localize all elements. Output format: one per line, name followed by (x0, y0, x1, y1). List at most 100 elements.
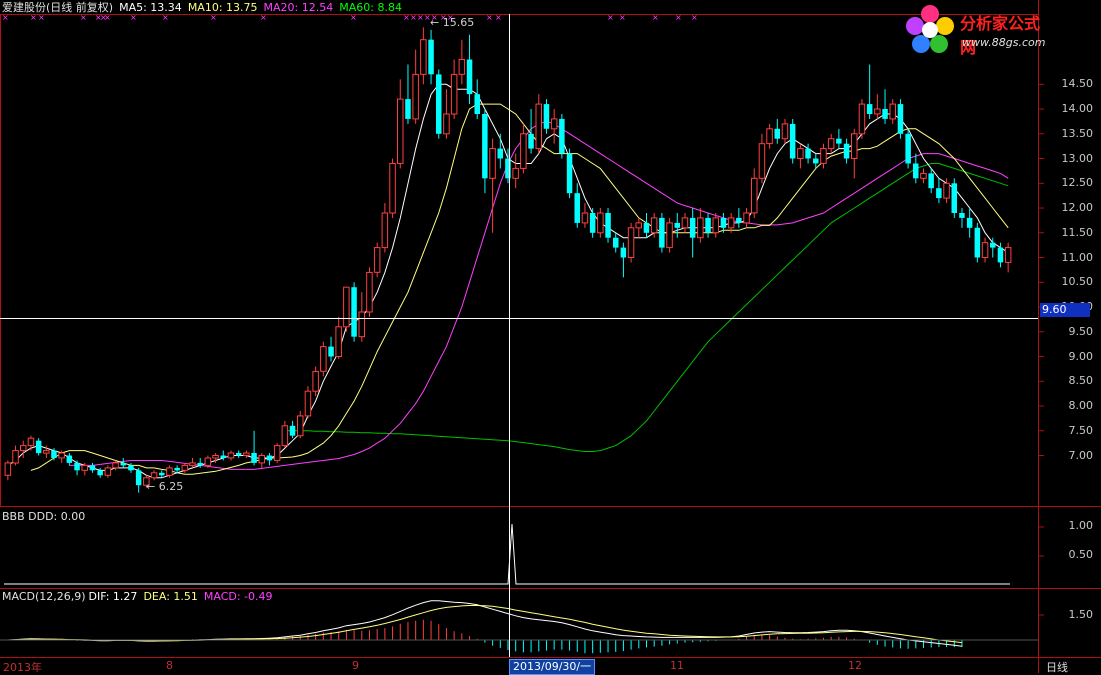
candle (66, 453, 73, 466)
cursor-price-label: 9.60 (1040, 303, 1090, 317)
candle (620, 242, 627, 278)
candle-body (4, 462, 12, 476)
candle-body (766, 128, 773, 145)
candle (851, 128, 858, 179)
candle-body (951, 183, 957, 213)
candle (351, 282, 357, 342)
candle (758, 133, 766, 184)
candle (743, 208, 750, 228)
candle-body (412, 73, 419, 120)
candle-body (928, 173, 934, 189)
candle (913, 153, 919, 184)
candle-body (712, 217, 719, 234)
candle (550, 109, 558, 144)
candle (574, 183, 580, 228)
candle-body (559, 118, 565, 154)
macd-title: MACD(12,26,9) (2, 590, 86, 603)
candle (428, 29, 434, 85)
candle-body (813, 158, 819, 164)
logo-url: www.88gs.com (962, 36, 1046, 49)
candle (874, 94, 881, 119)
logo-brand: 分析家公式网 (960, 14, 1041, 57)
candle-body (273, 445, 281, 461)
candle-body (204, 457, 212, 466)
candle (120, 457, 126, 468)
signal-marker: × (403, 13, 410, 22)
candle (520, 123, 527, 174)
x-label-dec: 12 (848, 659, 862, 672)
signal-marker: × (495, 13, 502, 22)
candle (774, 118, 780, 144)
dea-label: DEA: 1.51 (143, 590, 198, 603)
price-axis-label: 7.00 (1068, 448, 1094, 462)
candle-body (882, 109, 888, 119)
candle-body (373, 247, 381, 273)
candle-body (981, 242, 989, 258)
candle-body (381, 212, 389, 249)
candle-body (920, 172, 927, 179)
candle (227, 450, 235, 461)
main-panel-header: 爱建股份(日线 前复权) MA5: 13.34 MA10: 13.75 MA20: 1… (2, 1, 408, 14)
candle-body (366, 271, 373, 313)
kline-chart[interactable]: × × × × ××× × × × × × × × × × × × × × × × × × × × (0, 0, 1101, 673)
candle (373, 242, 381, 278)
signal-marker: × (410, 13, 417, 22)
candle-body (58, 452, 65, 459)
candle (805, 143, 811, 164)
candle (559, 113, 565, 159)
candle-body (535, 103, 542, 150)
candle-body (827, 138, 835, 150)
candle (74, 460, 80, 476)
price-axis-label: 8.00 (1068, 399, 1094, 412)
signal-marker: × (130, 13, 137, 22)
candle-body (1004, 247, 1012, 263)
candle (605, 208, 611, 243)
candle-body (689, 217, 696, 238)
price-axis-label: 10.50 (1061, 275, 1094, 289)
candle-body (659, 217, 665, 248)
candle-body (581, 212, 589, 224)
candle (974, 222, 981, 263)
candle (589, 208, 596, 238)
candle-body (159, 472, 165, 476)
price-axis-label: 7.50 (1068, 423, 1094, 437)
candle-body (959, 213, 965, 218)
candle (836, 128, 842, 149)
candle (235, 450, 242, 458)
low-annotation: ← 6.25 (146, 480, 184, 493)
candle (150, 470, 158, 481)
candle-body (74, 462, 80, 471)
candle-body (650, 217, 658, 234)
candle-body (913, 163, 919, 179)
candle-body (905, 133, 911, 164)
price-axis-label: 13.00 (1061, 151, 1094, 165)
macd-lines (7, 600, 963, 647)
candle (613, 232, 619, 253)
signal-marker: × (619, 13, 626, 22)
candle (320, 341, 327, 377)
candle (497, 133, 503, 169)
candle (897, 99, 904, 139)
candle-body (27, 437, 35, 447)
candle-body (936, 188, 942, 199)
candle-body (889, 103, 896, 120)
site-logo: 分析家公式网 www.88gs.com (900, 0, 1045, 60)
candle (35, 438, 42, 456)
high-annotation: ← 15.65 (430, 16, 475, 29)
candle (928, 168, 934, 194)
candle (543, 99, 550, 134)
candle-body (990, 242, 996, 248)
signal-marker: × (417, 13, 424, 22)
ma10-line (30, 103, 1009, 475)
candle-body (443, 113, 450, 135)
candle-body (20, 445, 27, 452)
candle-body (51, 450, 57, 458)
candle (689, 208, 696, 258)
candle (789, 118, 796, 164)
candle-body (135, 470, 142, 486)
candle (705, 212, 711, 238)
ma5-line-path (7, 83, 1009, 479)
candle-body (550, 118, 558, 130)
candle-body (112, 462, 119, 469)
candle-body (351, 287, 357, 337)
